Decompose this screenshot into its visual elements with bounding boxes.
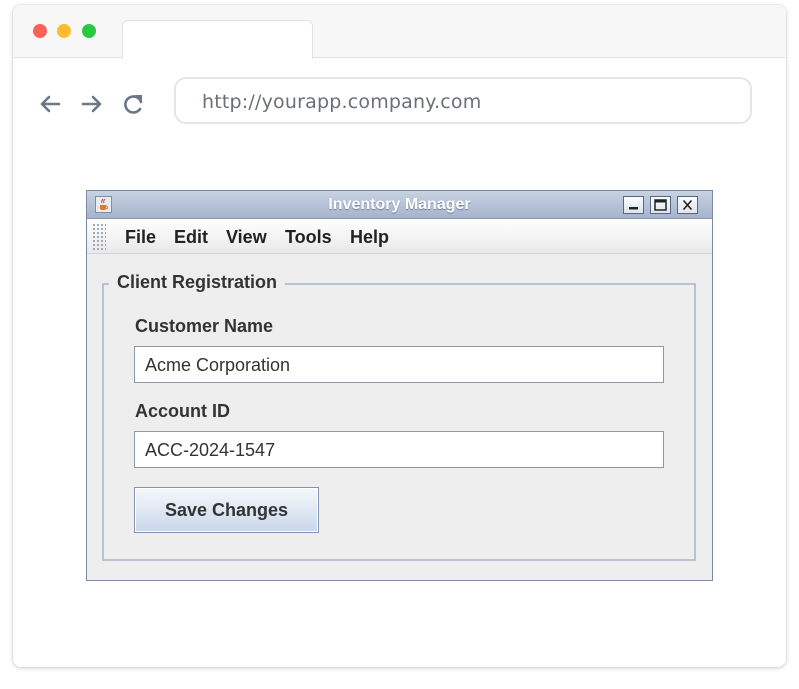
zoom-window-icon[interactable] [82, 24, 96, 38]
save-changes-button[interactable]: Save Changes [134, 487, 319, 533]
account-id-label: Account ID [135, 401, 231, 421]
browser-tab[interactable] [122, 20, 313, 59]
customer-name-value: Acme Corporation [145, 355, 291, 375]
window-title-bar[interactable]: Inventory Manager [87, 191, 712, 219]
browser-tab-strip [13, 5, 786, 59]
menu-edit[interactable]: Edit [174, 227, 208, 248]
group-legend: Client Registration [109, 272, 286, 293]
account-id-field[interactable]: ACC-2024-1547 [134, 431, 664, 468]
menu-file[interactable]: File [125, 227, 156, 248]
arrow-left-icon[interactable] [37, 91, 63, 117]
reload-icon[interactable] [121, 91, 147, 117]
menu-view[interactable]: View [226, 227, 267, 248]
minimize-icon[interactable] [623, 196, 644, 214]
menu-tools[interactable]: Tools [285, 227, 332, 248]
address-bar-url: http://yourapp.company.com [202, 91, 482, 113]
arrow-right-icon[interactable] [79, 91, 105, 117]
save-changes-label: Save Changes [164, 500, 289, 520]
address-bar[interactable]: http://yourapp.company.com [174, 77, 752, 124]
window-title: Inventory Manager [328, 196, 471, 213]
maximize-icon[interactable] [650, 196, 671, 214]
close-icon[interactable] [677, 196, 698, 214]
menu-bar: File Edit View Tools Help [87, 219, 712, 254]
account-id-value: ACC-2024-1547 [145, 440, 276, 460]
menu-grip-icon [92, 223, 106, 250]
close-window-icon[interactable] [33, 24, 47, 38]
menu-help[interactable]: Help [350, 227, 389, 248]
inventory-manager-window: Inventory Manager File Edit View Tools H… [86, 190, 713, 581]
customer-name-label: Customer Name [135, 316, 274, 336]
minimize-window-icon[interactable] [57, 24, 71, 38]
customer-name-field[interactable]: Acme Corporation [134, 346, 664, 383]
